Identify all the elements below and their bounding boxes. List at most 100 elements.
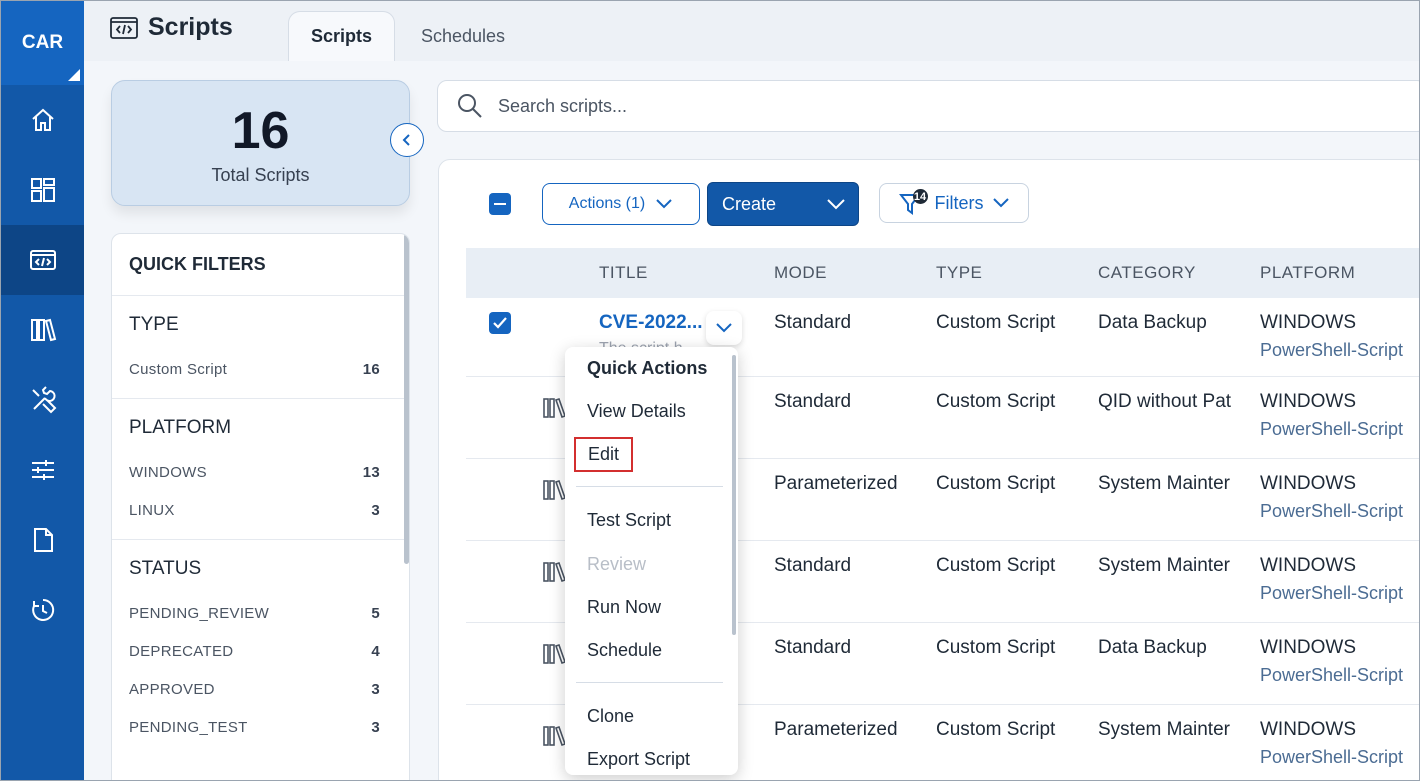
chevron-down-icon [992, 198, 1009, 208]
nav-tools[interactable] [1, 365, 84, 435]
quick-filters-title: QUICK FILTERS [112, 234, 409, 296]
filter-option-pending-review[interactable]: PENDING_REVIEW 5 [129, 594, 392, 632]
filter-icon-wrap: 14 [898, 189, 928, 217]
nav-scripts[interactable] [1, 225, 84, 295]
search-icon [458, 94, 482, 118]
filter-option-label: DEPRECATED [129, 642, 234, 660]
menu-item-clone[interactable]: Clone [587, 706, 634, 727]
row-checkbox[interactable] [489, 312, 511, 334]
filter-option-count: 3 [371, 501, 380, 519]
filter-option-label: Custom Script [129, 360, 228, 378]
cell-mode: Standard [774, 555, 852, 576]
cell-mode: Parameterized [774, 473, 898, 494]
library-icon [30, 318, 56, 342]
tab-schedules[interactable]: Schedules [399, 11, 527, 61]
page-title-label: Scripts [148, 13, 233, 41]
filter-option-deprecated[interactable]: DEPRECATED 4 [129, 632, 392, 670]
cell-platform-subtype: PowerShell-Script [1260, 583, 1404, 603]
quick-filters-panel: QUICK FILTERS TYPE Custom Script 16 PLAT… [111, 233, 410, 780]
nav-dashboard[interactable] [1, 155, 84, 225]
nav-library[interactable] [1, 295, 84, 365]
menu-divider [576, 486, 723, 487]
filter-option-count: 4 [371, 642, 380, 660]
cell-type: Custom Script [936, 637, 1056, 658]
menu-scrollbar[interactable] [732, 355, 736, 635]
chevron-down-icon [656, 199, 672, 209]
menu-item-test-script[interactable]: Test Script [587, 510, 671, 531]
script-title-link[interactable]: CVE-2022... [599, 312, 703, 334]
history-icon [31, 598, 54, 621]
table-header: TITLE MODE TYPE CATEGORY PLATFORM [466, 248, 1419, 298]
nav-reports[interactable] [1, 505, 84, 575]
tools-icon [31, 386, 56, 414]
tab-scripts[interactable]: Scripts [288, 11, 396, 61]
document-icon [33, 528, 53, 552]
total-scripts-label: Total Scripts [211, 165, 310, 185]
cell-platform-subtype: PowerShell-Script [1260, 665, 1404, 685]
cell-category: Data Backup [1098, 312, 1207, 333]
menu-item-edit[interactable]: Edit [574, 437, 634, 472]
chevron-down-icon [827, 199, 845, 210]
cell-mode: Standard [774, 312, 852, 333]
library-icon [543, 561, 567, 583]
filter-option-approved[interactable]: APPROVED 3 [129, 670, 392, 708]
actions-button[interactable]: Actions (1) [542, 183, 700, 225]
filter-group-status: STATUS PENDING_REVIEW 5 DEPRECATED 4 APP… [112, 540, 409, 756]
filter-option-label: APPROVED [129, 680, 215, 698]
create-label: Create [722, 193, 777, 214]
cell-platform: WINDOWS [1260, 637, 1357, 658]
cell-platform: WINDOWS [1260, 555, 1357, 576]
filters-button[interactable]: 14 Filters [879, 183, 1029, 223]
cell-platform: WINDOWS [1260, 312, 1357, 333]
search-input[interactable] [498, 95, 1098, 117]
checkmark-icon [493, 317, 507, 329]
chevron-down-icon [716, 323, 732, 333]
menu-item-review: Review [587, 554, 647, 574]
filter-group-heading: STATUS [129, 558, 202, 579]
filter-option-label: WINDOWS [129, 463, 207, 481]
filter-option-count: 13 [362, 463, 380, 481]
brand-logo[interactable]: CAR [1, 1, 84, 85]
cell-platform: WINDOWS [1260, 719, 1357, 740]
home-icon [31, 108, 54, 131]
column-header-category[interactable]: CATEGORY [1098, 248, 1196, 298]
nav-home[interactable] [1, 85, 84, 155]
search-bar [437, 80, 1419, 132]
quick-actions-heading: Quick Actions [587, 358, 708, 378]
cell-mode: Standard [774, 391, 852, 412]
filters-label: Filters [934, 192, 984, 213]
menu-item-view-details[interactable]: View Details [587, 401, 686, 422]
filter-option-linux[interactable]: LINUX 3 [129, 491, 392, 529]
cell-type: Custom Script [936, 312, 1056, 333]
quick-filters-scrollbar[interactable] [404, 234, 409, 564]
filter-option-pending-test[interactable]: PENDING_TEST 3 [129, 708, 392, 746]
nav-history[interactable] [1, 575, 84, 645]
actions-label: Actions (1) [568, 195, 646, 212]
total-scripts-card: 16 Total Scripts [111, 80, 410, 206]
column-header-platform[interactable]: PLATFORM [1260, 248, 1355, 298]
scripts-icon [29, 250, 56, 270]
column-header-mode[interactable]: MODE [774, 248, 827, 298]
cell-mode: Standard [774, 637, 852, 658]
create-button[interactable]: Create [707, 182, 859, 226]
cell-type: Custom Script [936, 391, 1056, 412]
nav-settings[interactable] [1, 435, 84, 505]
filter-option-custom-script[interactable]: Custom Script 16 [129, 350, 392, 388]
library-icon [543, 479, 567, 501]
column-header-type[interactable]: TYPE [936, 248, 982, 298]
brand-corner-icon [68, 69, 80, 81]
collapse-panel-button[interactable] [390, 123, 424, 157]
cell-type: Custom Script [936, 473, 1056, 494]
select-all-checkbox[interactable] [489, 193, 511, 215]
filter-option-windows[interactable]: WINDOWS 13 [129, 453, 392, 491]
menu-item-export-script[interactable]: Export Script [587, 749, 690, 770]
menu-item-run-now[interactable]: Run Now [587, 597, 661, 618]
filter-group-heading: TYPE [129, 314, 179, 335]
row-actions-toggle[interactable] [706, 311, 742, 345]
cell-type: Custom Script [936, 555, 1056, 576]
column-header-title[interactable]: TITLE [599, 248, 648, 298]
filter-option-count: 5 [371, 604, 380, 622]
filter-option-label: PENDING_REVIEW [129, 604, 270, 622]
menu-item-schedule[interactable]: Schedule [587, 640, 662, 661]
left-nav: CAR [1, 1, 84, 780]
